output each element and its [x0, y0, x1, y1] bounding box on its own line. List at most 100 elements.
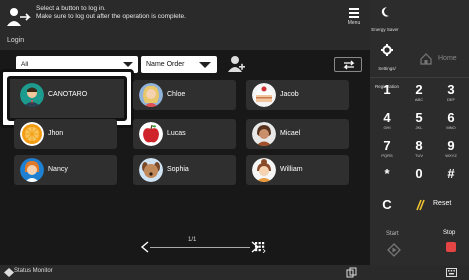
apple-avatar-icon: [139, 122, 163, 146]
user-button-micael[interactable]: Micael: [246, 119, 349, 149]
clear-key[interactable]: C: [372, 190, 402, 220]
clear-key-label: C: [382, 197, 392, 212]
user-button-sophia[interactable]: Sophia: [133, 155, 236, 185]
key-letters: MNO: [446, 125, 456, 130]
key-digit: 7: [383, 138, 391, 153]
sort-order-value: Name Order: [146, 61, 185, 68]
user-button-lucas[interactable]: Lucas: [133, 119, 236, 149]
key-letters: ABC: [414, 97, 424, 102]
key-letters: DEF: [447, 97, 455, 102]
user-name: William: [280, 166, 303, 173]
hamburger-icon: [349, 8, 359, 18]
instruction-line-2: Make sure to log out after the operation…: [36, 13, 186, 20]
page-jump-grid-icon[interactable]: [254, 241, 266, 253]
user-button-jacob[interactable]: Jacob: [246, 80, 349, 110]
key-letters: TUV: [415, 153, 423, 158]
key-digit: 3: [447, 82, 455, 97]
key-letters: WXYZ: [445, 153, 457, 158]
keypad-key-4[interactable]: 4 GHI: [372, 106, 402, 133]
key-letters: JKL: [415, 125, 423, 130]
login-instructions: Select a button to log in. Make sure to …: [36, 5, 186, 21]
user-button-jhon[interactable]: Jhon: [14, 119, 117, 149]
home-button[interactable]: Home: [408, 46, 469, 74]
user-button-canotaro[interactable]: CANOTARO: [14, 80, 116, 110]
keypad-key-star[interactable]: *: [372, 162, 402, 189]
user-name: Chloe: [167, 91, 186, 98]
home-label: Home: [438, 55, 457, 62]
keypad-key-8[interactable]: 8 TUV: [404, 134, 434, 161]
menu-label: Menu: [347, 20, 361, 26]
home-icon: [420, 53, 432, 65]
add-user-icon[interactable]: [226, 54, 246, 74]
settings-registration-button[interactable]: Settings/ Registration: [370, 43, 404, 89]
refresh-icon: [343, 60, 355, 70]
user-button-chloe[interactable]: Chloe: [133, 80, 236, 110]
cake-avatar-icon: [252, 83, 276, 107]
stop-button[interactable]: Stop: [434, 226, 469, 266]
start-label: Start: [386, 231, 399, 237]
status-monitor-button[interactable]: Status Monitor: [14, 268, 53, 274]
keypad-key-hash[interactable]: #: [436, 162, 466, 189]
start-button[interactable]: Start: [372, 226, 432, 266]
orange-fruit-avatar-icon: [20, 122, 44, 146]
login-user-icon: [7, 8, 31, 26]
key-digit: 0: [415, 166, 423, 181]
user-button-william[interactable]: William: [246, 155, 349, 185]
key-digit: 8: [415, 138, 423, 153]
key-letters: GHI: [383, 125, 391, 130]
user-name: Jacob: [280, 91, 299, 98]
key-digit: 9: [447, 138, 455, 153]
moon-icon: [381, 7, 389, 17]
man-suit-avatar-icon: [20, 83, 44, 107]
chevron-down-icon: [123, 62, 133, 67]
chevron-down-icon: [199, 62, 211, 68]
user-name: CANOTARO: [48, 91, 88, 98]
key-digit: 2: [415, 82, 423, 97]
key-digit: 4: [383, 110, 391, 125]
user-name: Sophia: [167, 166, 189, 173]
keypad-key-1[interactable]: 1: [372, 78, 402, 105]
woman-blue-avatar-icon: [20, 158, 44, 182]
keypad-key-9[interactable]: 9 WXYZ: [436, 134, 466, 161]
key-digit: 6: [447, 110, 455, 125]
energy-saver-button[interactable]: Energy Saver: [370, 4, 400, 40]
reset-key[interactable]: Reset: [404, 190, 469, 220]
group-filter-value: All: [21, 61, 29, 68]
keypad-key-2[interactable]: 2 ABC: [404, 78, 434, 105]
user-button-nancy[interactable]: Nancy: [14, 155, 117, 185]
key-digit: #: [447, 166, 455, 181]
woman-blonde-avatar-icon: [139, 83, 163, 107]
status-monitor-icon: [4, 268, 14, 277]
key-digit: 1: [383, 82, 391, 97]
stop-label: Stop: [443, 230, 456, 236]
keypad-key-7[interactable]: 7 PQRS: [372, 134, 402, 161]
instruction-line-1: Select a button to log in.: [36, 5, 106, 12]
dog-avatar-icon: [139, 158, 163, 182]
keypad-key-3[interactable]: 3 DEF: [436, 78, 466, 105]
header-bar: Select a button to log in. Make sure to …: [0, 0, 370, 50]
user-name: Nancy: [48, 166, 68, 173]
keypad-key-6[interactable]: 6 MNO: [436, 106, 466, 133]
keyboard-icon[interactable]: [446, 268, 457, 277]
page-track: [150, 247, 250, 248]
refresh-button[interactable]: [334, 57, 362, 72]
sort-order-select[interactable]: Name Order: [141, 56, 217, 73]
gear-icon: [381, 44, 393, 56]
energy-saver-label: Energy Saver: [371, 27, 399, 32]
login-label: Login: [7, 37, 25, 44]
reset-slash-icon: [416, 199, 425, 211]
stop-icon: [446, 242, 456, 252]
reset-label: Reset: [433, 200, 452, 207]
previous-page-icon[interactable]: [140, 241, 150, 253]
copy-document-icon[interactable]: [346, 267, 357, 278]
keypad-key-0[interactable]: 0: [404, 162, 434, 189]
start-diamond-icon: [387, 243, 401, 257]
woman-bun-avatar-icon: [252, 158, 276, 182]
man-dark-avatar-icon: [252, 122, 276, 146]
menu-button[interactable]: Menu: [339, 8, 369, 40]
key-digit: 5: [415, 110, 423, 125]
keypad-key-5[interactable]: 5 JKL: [404, 106, 434, 133]
user-name: Micael: [280, 130, 301, 137]
page-navigator: 1/1: [140, 235, 260, 259]
user-name: Lucas: [167, 130, 186, 137]
